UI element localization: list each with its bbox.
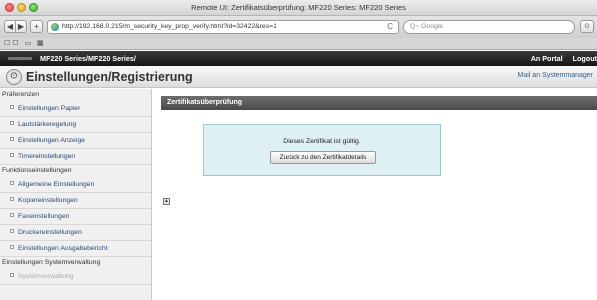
sidebar-item-copy-settings[interactable]: Kopiereinstellungen (0, 193, 151, 209)
address-bar[interactable]: http://192.168.0.215/m_security_key_prop… (47, 20, 399, 34)
settings-gear-icon: ⚙ (6, 69, 22, 85)
search-input[interactable]: Q~ Google (403, 20, 575, 34)
sidebar-item-fax-settings[interactable]: Faxeinstellungen (0, 209, 151, 225)
sidebar: Präferenzen Einstellungen Papier Lautstä… (0, 89, 152, 300)
sidebar-item-paper-settings[interactable]: Einstellungen Papier (0, 101, 151, 117)
bullet-icon (10, 181, 14, 185)
back-to-certificate-details-button[interactable]: Zurück zu den Zertifikatdetails (270, 151, 376, 164)
sidebar-item-output-report-settings[interactable]: Einstellungen Ausgabebericht (0, 241, 151, 257)
certificate-status-box: Dieses Zertifikat ist gültig. Zurück zu … (203, 124, 441, 176)
address-url: http://192.168.0.215/m_security_key_prop… (62, 23, 277, 30)
certificate-valid-message: Dieses Zertifikat ist gültig. (283, 138, 361, 145)
mail-to-admin-link[interactable]: Mail an Systemmanager (518, 72, 593, 79)
sidebar-item-system-management[interactable]: Systemverwaltung (0, 269, 151, 285)
sidebar-item-printer-settings[interactable]: Druckereinstellungen (0, 225, 151, 241)
sidebar-item-volume[interactable]: Lautstärkeregelung (0, 117, 151, 133)
sidebar-section-function-settings: Funktionseinstellungen (2, 167, 72, 174)
to-portal-link[interactable]: An Portal (531, 54, 563, 63)
main-content: Zertifikatsüberprüfung Dieses Zertifikat… (153, 89, 597, 300)
forward-button[interactable]: ▶ (15, 20, 27, 33)
sidebar-section-system-management: Einstellungen Systemverwaltung (2, 259, 101, 266)
page-title: Einstellungen/Registrierung (26, 70, 193, 84)
bookmarks-bar[interactable]: ☐☐ ▭ ▦ (0, 38, 597, 50)
site-header: MF220 Series/MF220 Series/ An Portal Log… (0, 51, 597, 66)
bullet-icon (10, 245, 14, 249)
bullet-icon (10, 105, 14, 109)
header-links: An Portal Logout (523, 53, 597, 64)
sidebar-item-timer-settings[interactable]: Timereinstellungen (0, 149, 151, 165)
sidebar-item-display-settings[interactable]: Einstellungen Anzeige (0, 133, 151, 149)
add-bookmark-button[interactable]: + (30, 20, 43, 33)
page-title-bar: ⚙ Einstellungen/Registrierung Mail an Sy… (0, 66, 597, 88)
sidebar-section-preferences: Präferenzen (2, 91, 40, 98)
downloads-icon[interactable]: ⊙ (580, 20, 594, 33)
product-breadcrumb: MF220 Series/MF220 Series/ (40, 54, 136, 63)
bullet-icon (10, 153, 14, 157)
bullet-icon (10, 229, 14, 233)
section-title: Zertifikatsüberprüfung (161, 96, 597, 110)
window-titlebar: Remote UI: Zertifikatsüberprüfung: MF220… (0, 0, 597, 16)
bullet-icon (10, 213, 14, 217)
reload-icon[interactable]: C (387, 21, 393, 33)
bullet-icon (10, 273, 14, 277)
browser-toolbar: ◀ ▶ + http://192.168.0.215/m_security_ke… (0, 16, 597, 38)
bullet-icon (10, 121, 14, 125)
scroll-to-top-icon[interactable]: ▲ (163, 198, 170, 205)
logout-link[interactable]: Logout (573, 54, 597, 63)
site-favicon-icon (51, 23, 59, 31)
window-title: Remote UI: Zertifikatsüberprüfung: MF220… (191, 3, 406, 12)
bullet-icon (10, 137, 14, 141)
bullet-icon (10, 197, 14, 201)
canon-logo-icon (8, 57, 32, 60)
sidebar-item-general-settings[interactable]: Allgemeine Einstellungen (0, 177, 151, 193)
